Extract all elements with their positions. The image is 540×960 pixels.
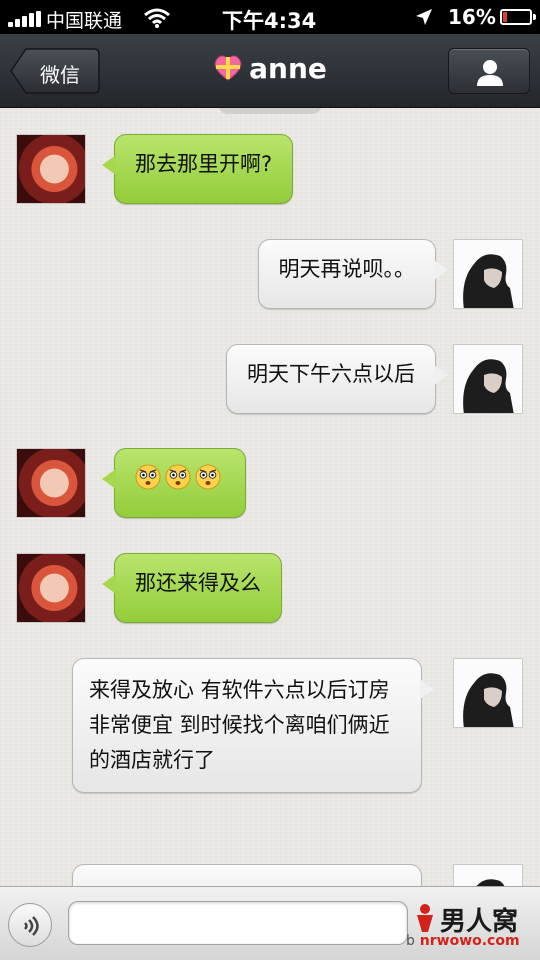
contact-avatar[interactable] xyxy=(16,134,86,204)
watermark-logo: 男人窝 b nrwowo.com xyxy=(406,901,530,953)
gift-heart-icon xyxy=(214,55,242,81)
chat-title-text: anne xyxy=(249,52,327,85)
wifi-icon xyxy=(144,8,170,28)
profile-icon xyxy=(477,60,503,86)
timestamp-pill xyxy=(218,108,322,114)
carrier-name: 中国联通 xyxy=(46,10,123,32)
message-input[interactable] xyxy=(68,901,408,945)
message-bubble-sent[interactable]: 明天下午六点以后 xyxy=(226,344,448,414)
message-bubble-sent[interactable]: 明天再说呗。。 xyxy=(257,239,448,309)
battery-percent: 16% xyxy=(448,5,496,29)
message-bubble-received[interactable]: 那去那里开啊? xyxy=(102,134,294,204)
voice-icon xyxy=(24,916,39,936)
message-text: 那去那里开啊? xyxy=(135,152,273,176)
watermark-figure-icon xyxy=(417,904,433,932)
chat-area[interactable]: 那去那里开啊? 明天再说呗。。 明天下午六点以后 那还来得及么 来得及放心 有软… xyxy=(0,108,540,886)
signal-strength-icon xyxy=(8,11,44,27)
contact-avatar[interactable] xyxy=(16,553,86,623)
status-time: 下午4:34 xyxy=(222,9,317,33)
contact-avatar[interactable] xyxy=(16,448,86,518)
message-bubble-received[interactable] xyxy=(102,448,246,518)
message-bubble-received[interactable]: 那还来得及么 xyxy=(102,553,282,623)
battery-icon xyxy=(500,9,536,25)
message-text: 明天再说呗。。 xyxy=(278,257,416,281)
message-bubble-sent[interactable]: 来得及放心 有软件六点以后订房非常便宜 到时候找个离咱们俩近的酒店就行了 xyxy=(72,658,434,793)
profile-button[interactable] xyxy=(448,48,530,94)
my-avatar[interactable] xyxy=(453,344,523,414)
my-avatar[interactable] xyxy=(453,239,523,309)
shocked-face-icon xyxy=(195,464,221,490)
message-text: 来得及放心 有软件六点以后订房非常便宜 到时候找个离咱们俩近的酒店就行了 xyxy=(89,678,390,772)
input-bar: 男人窝 b nrwowo.com xyxy=(0,886,540,960)
message-text: 明天下午六点以后 xyxy=(247,362,415,386)
status-bar: 中国联通 下午4:34 16% xyxy=(0,0,540,34)
watermark-url: b nrwowo.com xyxy=(406,933,520,949)
navigation-bar: 微信 anne xyxy=(0,34,540,108)
shocked-face-icon xyxy=(135,464,161,490)
voice-button[interactable] xyxy=(8,903,52,947)
message-text: 那还来得及么 xyxy=(135,571,261,595)
shocked-face-icon xyxy=(165,464,191,490)
my-avatar[interactable] xyxy=(453,658,523,728)
emoji-row xyxy=(135,464,225,490)
my-avatar[interactable] xyxy=(453,864,523,886)
message-bubble-sent-partial[interactable] xyxy=(72,864,422,886)
location-arrow-icon xyxy=(416,9,432,25)
